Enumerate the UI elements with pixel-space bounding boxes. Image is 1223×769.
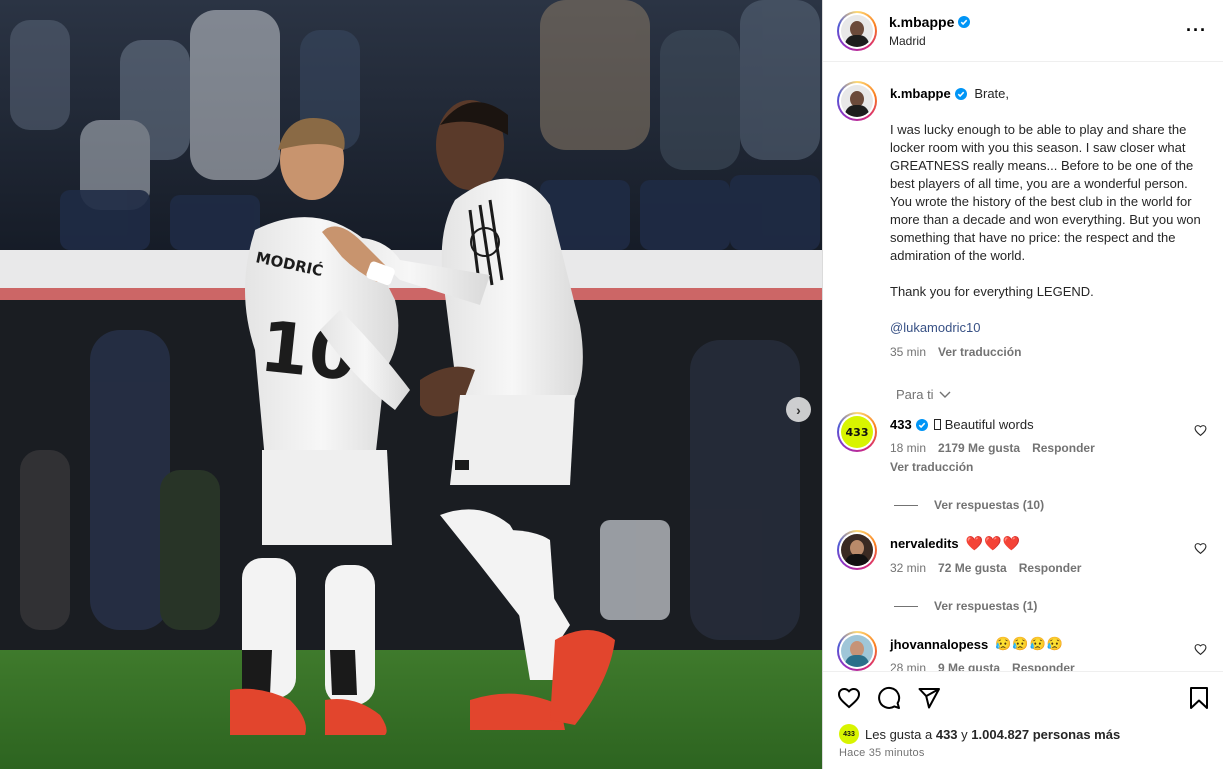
comment-like-heart-icon[interactable] — [1194, 542, 1207, 555]
post-action-bar — [823, 671, 1223, 723]
bookmark-icon — [1190, 686, 1208, 709]
chevron-down-icon — [939, 391, 951, 398]
caption-username[interactable]: k.mbappe — [890, 85, 951, 103]
for-you-label: Para ti — [896, 387, 934, 402]
comment-time[interactable]: 18 min — [890, 441, 926, 455]
caption-paragraph-1: I was lucky enough to be able to play an… — [890, 122, 1201, 263]
save-button[interactable] — [1185, 684, 1213, 712]
post-side-panel: k.mbappe Madrid ··· k.mbappe Brate, I wa… — [822, 0, 1223, 769]
likes-middle: y — [961, 726, 968, 742]
post-photo: 10 MODRIĆ — [0, 0, 822, 769]
caption-translate-link[interactable]: Ver traducción — [938, 343, 1021, 361]
comments-scroll-area[interactable]: k.mbappe Brate, I was lucky enough to be… — [823, 62, 1223, 671]
verified-badge-icon — [954, 88, 967, 100]
comment-item: nervaledits ❤️❤️❤️ 32 min 72 Me gusta Re… — [837, 530, 1209, 575]
caption-author-avatar[interactable] — [837, 81, 877, 121]
caption: k.mbappe Brate, I was lucky enough to be… — [837, 80, 1209, 361]
more-options-icon[interactable]: ··· — [1186, 20, 1207, 41]
caption-time[interactable]: 35 min — [890, 343, 926, 361]
post-timestamp[interactable]: Hace 35 minutos — [823, 745, 1223, 769]
comment-likes[interactable]: 2179 Me gusta — [938, 441, 1020, 455]
share-button[interactable] — [915, 684, 943, 712]
comment-reply-button[interactable]: Responder — [1012, 661, 1075, 671]
comment-bubble-icon — [878, 686, 901, 709]
likes-count[interactable]: 1.004.827 personas más — [971, 727, 1120, 742]
comment-time[interactable]: 32 min — [890, 561, 926, 575]
comment-reply-button[interactable]: Responder — [1019, 561, 1082, 575]
like-button[interactable] — [835, 684, 863, 712]
view-replies-label: Ver respuestas (1) — [934, 599, 1038, 613]
for-you-toggle[interactable]: Para ti — [896, 387, 1209, 402]
comment-text: 😥😥😥😥 — [995, 636, 1064, 651]
post-media: 10 MODRIĆ › — [0, 0, 822, 769]
unknown-emoji-icon — [933, 419, 941, 430]
comment-translate-link[interactable]: Ver traducción — [890, 460, 1180, 474]
caption-greeting: Brate, — [974, 86, 1009, 101]
heart-icon — [837, 687, 861, 708]
view-replies-button[interactable]: Ver respuestas (10) — [894, 498, 1209, 512]
comment-item: jhovannalopess 😥😥😥😥 28 min 9 Me gusta Re… — [837, 631, 1209, 671]
post-header: k.mbappe Madrid ··· — [823, 0, 1223, 62]
post-modal: 10 MODRIĆ › k.mbappe Madrid ··· k.mbappe… — [0, 0, 1223, 769]
comment-button[interactable] — [875, 684, 903, 712]
likes-summary[interactable]: 433 Les gusta a 433 y 1.004.827 personas… — [823, 723, 1223, 745]
author-avatar[interactable] — [837, 10, 877, 51]
comment-text: Beautiful words — [944, 417, 1034, 432]
433-logo: 433 — [839, 724, 859, 744]
author-username[interactable]: k.mbappe — [889, 14, 954, 30]
comment-avatar[interactable] — [837, 631, 877, 671]
comment-reply-button[interactable]: Responder — [1032, 441, 1095, 455]
comment-like-heart-icon[interactable] — [1194, 643, 1207, 656]
view-replies-button[interactable]: Ver respuestas (1) — [894, 599, 1209, 613]
caption-mention-link[interactable]: @lukamodric10 — [890, 320, 981, 335]
comment-time[interactable]: 28 min — [890, 661, 926, 671]
comment-avatar[interactable]: 433 — [837, 412, 877, 452]
comment-likes[interactable]: 72 Me gusta — [938, 561, 1007, 575]
verified-badge-icon — [958, 15, 971, 28]
likes-first-user[interactable]: 433 — [936, 727, 958, 742]
comment-like-heart-icon[interactable] — [1194, 424, 1207, 437]
caption-paragraph-2: Thank you for everything LEGEND. — [890, 284, 1094, 299]
comment-item: 433 433 Beautiful words 18 min 2179 Me g… — [837, 412, 1209, 474]
likes-prefix: Les gusta a — [865, 726, 933, 742]
comment-text: ❤️❤️❤️ — [965, 535, 1021, 551]
view-replies-label: Ver respuestas (10) — [934, 498, 1045, 512]
post-location[interactable]: Madrid — [889, 34, 970, 48]
comment-avatar[interactable] — [837, 530, 877, 570]
433-logo: 433 — [841, 416, 873, 448]
verified-badge-icon — [915, 418, 928, 431]
comment-username[interactable]: 433 — [890, 417, 912, 432]
next-media-button[interactable]: › — [786, 397, 811, 422]
paper-plane-icon — [918, 687, 940, 708]
comment-username[interactable]: nervaledits — [890, 536, 959, 551]
comment-username[interactable]: jhovannalopess — [890, 637, 988, 652]
comment-likes[interactable]: 9 Me gusta — [938, 661, 1000, 671]
